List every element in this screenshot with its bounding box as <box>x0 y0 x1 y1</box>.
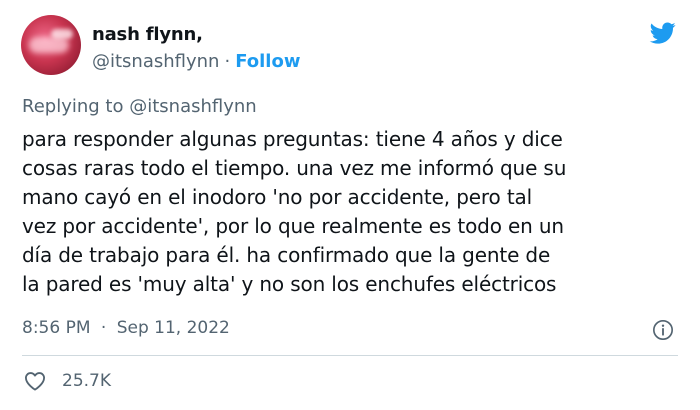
avatar[interactable] <box>21 15 81 75</box>
twitter-bird-icon[interactable] <box>648 20 678 46</box>
tweet-text: para responder algunas preguntas: tiene … <box>22 127 567 296</box>
tweet-timestamp[interactable]: 8:56 PM · Sep 11, 2022 <box>22 318 230 338</box>
like-action[interactable]: 25.7K <box>24 371 111 391</box>
reply-mention-link[interactable]: @itsnashflynn <box>129 96 256 117</box>
like-count: 25.7K <box>62 371 111 391</box>
heart-icon[interactable] <box>24 371 46 391</box>
timestamp-separator: · <box>100 318 107 338</box>
info-icon[interactable] <box>652 319 674 341</box>
divider <box>22 355 678 356</box>
replying-prefix: Replying to <box>22 96 124 117</box>
separator-dot: · <box>224 51 231 72</box>
replying-to: Replying to @itsnashflynn <box>22 96 257 117</box>
follow-button[interactable]: Follow <box>235 51 300 72</box>
tweet-time: 8:56 PM <box>22 318 91 338</box>
tweet-date: Sep 11, 2022 <box>116 318 230 338</box>
author-handle-line: @itsnashflynn · Follow <box>92 51 300 72</box>
author-handle[interactable]: @itsnashflynn <box>92 51 219 72</box>
tweet-card: nash flynn, @itsnashflynn · Follow Replyin… <box>0 0 700 410</box>
author-name[interactable]: nash flynn, <box>92 24 203 45</box>
